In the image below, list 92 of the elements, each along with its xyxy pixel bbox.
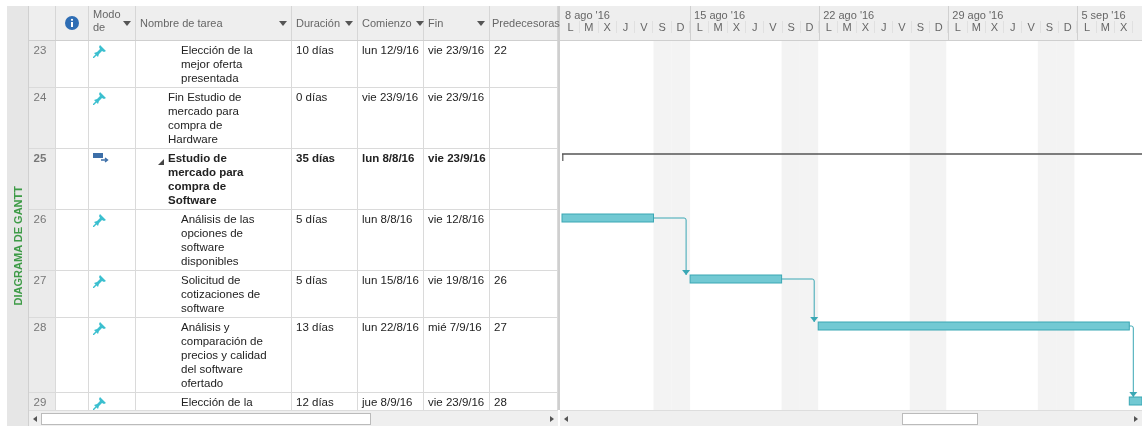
summary-bar[interactable] [561,153,1142,162]
row-number: 26 [29,210,56,270]
task-name: Análisis de las opciones de software disponibles [181,212,256,268]
task-name: Elección de la mejor oferta presentada [181,43,254,85]
day-label: J [875,21,894,33]
scrollbar-thumb[interactable] [41,412,371,425]
finish-date-cell: vie 23/9/16 [424,88,490,148]
column-header[interactable]: Modo de [89,6,136,40]
task-name: Fin Estudio de mercado para compra de Hardware [168,90,243,146]
dropdown-caret-icon[interactable] [415,20,424,26]
week-label: 8 ago '16 [564,8,611,21]
day-label: J [746,21,765,33]
day-label: D [929,21,949,33]
predecessors-cell: 22 [490,41,558,87]
day-label: X [598,21,617,33]
column-header[interactable]: Duración [292,6,358,40]
duration-cell: 13 días [292,318,358,392]
day-label: S [1040,21,1060,33]
row-number: 29 [29,393,56,410]
day-label: M [580,21,599,33]
day-label: M [838,21,857,33]
task-name: Solicitud de cotizaciones de software [181,273,262,315]
column-header[interactable]: Predecesoras [490,6,558,40]
row-number: 25 [29,149,56,209]
column-header[interactable]: Fin [424,6,490,40]
finish-date-cell: vie 19/8/16 [424,271,490,317]
day-label: L [691,21,710,33]
week-label: 29 ago '16 [951,8,1005,21]
scrollbar-thumb[interactable] [902,412,978,425]
duration-cell: 5 días [292,210,358,270]
day-label: J [616,21,636,33]
duration-cell: 10 días [292,41,358,87]
dropdown-caret-icon[interactable] [123,20,131,26]
day-label: S [653,21,672,33]
day-label: L [562,21,581,33]
day-label: M [709,21,728,33]
day-label: L [820,21,839,33]
day-label: V [1022,21,1041,33]
day-label: S [782,21,801,33]
horizontal-scrollbar[interactable] [29,410,558,426]
day-label: X [727,21,746,33]
day-label: J [1004,21,1023,33]
week-label: 15 ago '16 [693,8,747,21]
day-label: M [967,21,986,33]
day-label: V [893,21,912,33]
column-header[interactable]: Comienzo [358,6,424,40]
row-number: 24 [29,88,56,148]
start-date-cell: vie 23/9/16 [358,88,424,148]
start-date-cell: lun 12/9/16 [358,41,424,87]
row-number: 23 [29,41,56,87]
column-header[interactable]: Nombre de tarea [136,6,292,40]
start-date-cell: lun 8/8/16 [358,149,424,209]
horizontal-scrollbar[interactable] [560,410,1142,426]
start-date-cell: lun 8/8/16 [358,210,424,270]
duration-cell: 35 días [292,149,358,209]
day-label: V [764,21,783,33]
day-label: D [1059,21,1078,33]
dropdown-caret-icon[interactable] [345,20,353,26]
finish-date-cell: mié 7/9/16 [424,318,490,392]
finish-date-cell: vie 12/8/16 [424,210,490,270]
dropdown-caret-icon[interactable] [477,20,485,26]
view-label: DIAGRAMA DE GANTT [11,186,24,306]
dropdown-caret-icon[interactable] [279,20,287,26]
task-name: Análisis y comparación de precios y calidad del software ofertado [181,320,268,390]
day-label: X [856,21,876,33]
day-label: D [671,21,691,33]
day-label: D [800,21,820,33]
task-name: Estudio de mercado para compra de Software [168,151,245,207]
duration-cell: 5 días [292,271,358,317]
row-number: 28 [29,318,56,392]
predecessors-cell: 26 [490,271,558,317]
info-icon [65,16,79,30]
day-label: M [1096,21,1115,33]
week-label: 22 ago '16 [822,8,876,21]
task-name: Elección de la [181,395,253,409]
duration-cell: 0 días [292,88,358,148]
week-label: 5 sep '16 [1080,8,1127,21]
day-label: X [985,21,1005,33]
predecessors-cell: 27 [490,318,558,392]
finish-date-cell: vie 23/9/16 [424,41,490,87]
row-number: 27 [29,271,56,317]
start-date-cell: lun 15/8/16 [358,271,424,317]
dependency-arrow [653,217,691,276]
day-label: L [949,21,968,33]
start-date-cell: lun 22/8/16 [358,318,424,392]
day-label: L [1078,21,1097,33]
finish-date-cell: vie 23/9/16 [424,149,490,209]
dependency-arrow [781,278,819,323]
day-label: S [911,21,930,33]
collapse-triangle-icon[interactable] [158,159,164,165]
day-label: V [635,21,654,33]
day-label: X [1114,21,1134,33]
